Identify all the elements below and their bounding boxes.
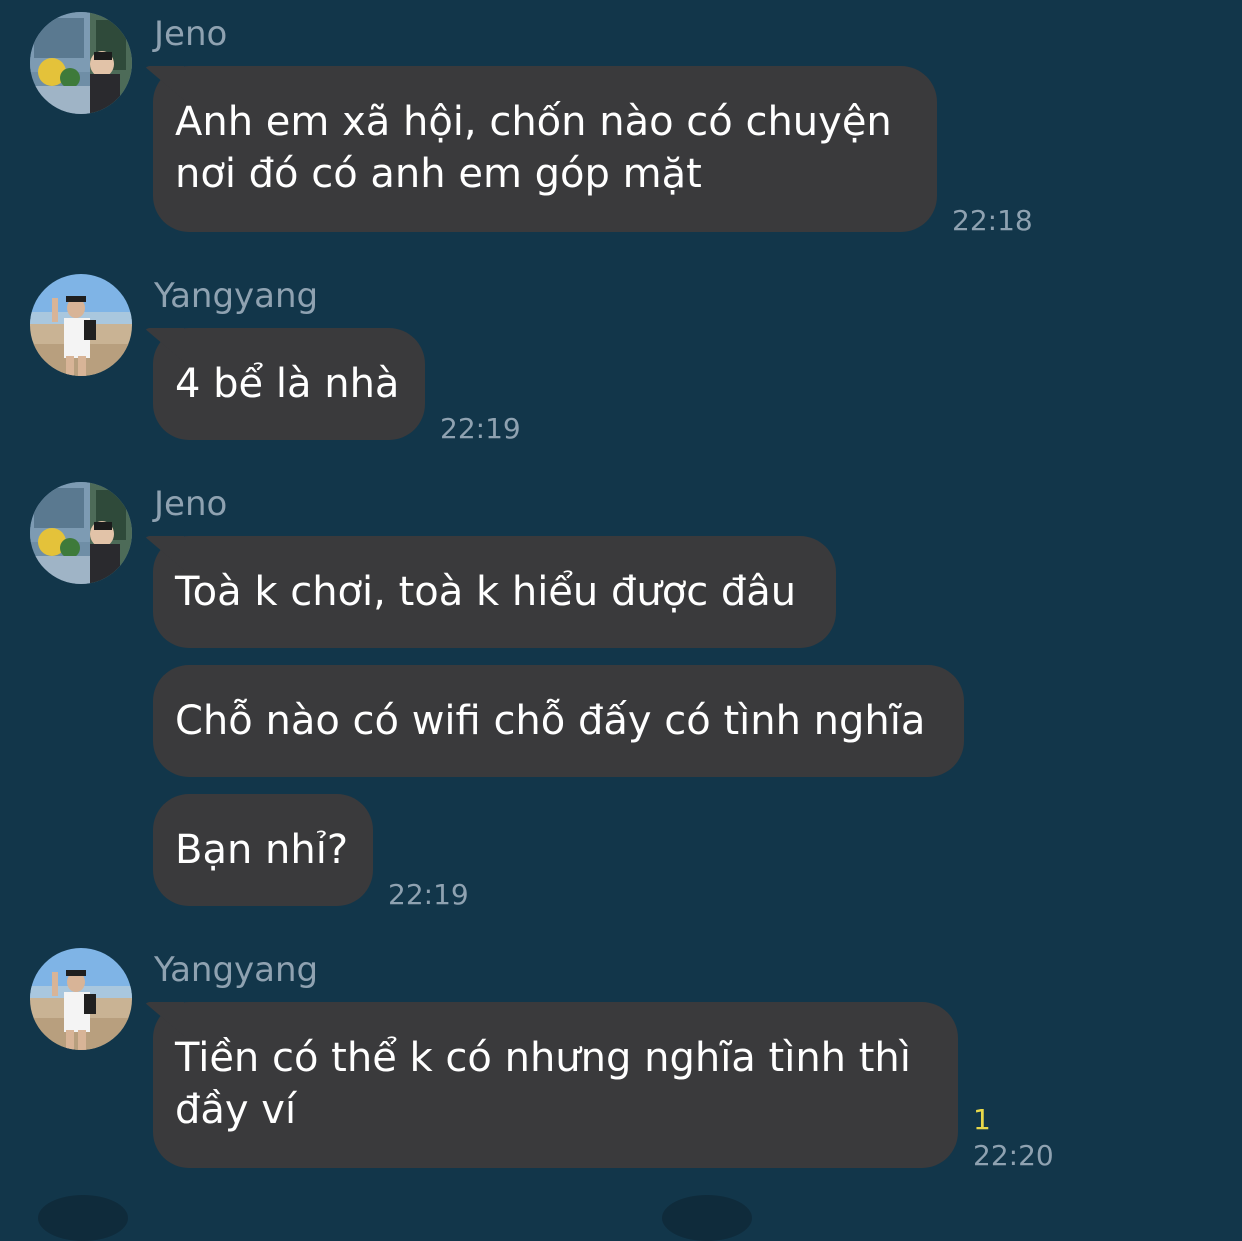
- read-count: 1: [973, 1103, 991, 1136]
- message-line: 4 bể là nhà: [175, 361, 400, 407]
- message-bubble[interactable]: Tiền có thể k có nhưng nghĩa tình thì đầ…: [153, 1002, 958, 1168]
- yangyang-avatar[interactable]: [30, 948, 132, 1050]
- message-bubble[interactable]: Toà k chơi, toà k hiểu được đâu: [153, 536, 836, 648]
- yangyang-avatar[interactable]: [30, 274, 132, 376]
- chat-view[interactable]: Jeno Anh em xã hội, chốn nào có chuyện n…: [0, 0, 1242, 1241]
- message-line: nơi đó có anh em góp mặt: [175, 151, 702, 197]
- jeno-avatar[interactable]: [30, 482, 132, 584]
- sender-name: Yangyang: [154, 276, 319, 316]
- message-bubble[interactable]: Chỗ nào có wifi chỗ đấy có tình nghĩa: [153, 665, 964, 777]
- message-bubble[interactable]: Anh em xã hội, chốn nào có chuyện nơi đó…: [153, 66, 937, 232]
- message-time: 22:19: [388, 878, 469, 911]
- message-line: Anh em xã hội, chốn nào có chuyện: [175, 99, 892, 145]
- message-line: Toà k chơi, toà k hiểu được đâu: [175, 569, 797, 615]
- message-time: 22:20: [973, 1139, 1054, 1172]
- message-line: Chỗ nào có wifi chỗ đấy có tình nghĩa: [175, 698, 926, 744]
- message-line: Bạn nhỉ?: [175, 827, 349, 873]
- jeno-avatar[interactable]: [30, 12, 132, 114]
- next-avatar-edge: [38, 1195, 128, 1241]
- next-avatar-edge: [662, 1195, 752, 1241]
- message-bubble[interactable]: 4 bể là nhà: [153, 328, 425, 440]
- sender-name: Yangyang: [154, 950, 319, 990]
- sender-name: Jeno: [154, 484, 228, 524]
- sender-name: Jeno: [154, 14, 228, 54]
- message-time: 22:18: [952, 204, 1033, 237]
- message-line: Tiền có thể k có nhưng nghĩa tình thì: [175, 1035, 911, 1081]
- message-line: đầy ví: [175, 1087, 297, 1133]
- message-bubble[interactable]: Bạn nhỉ?: [153, 794, 373, 906]
- message-time: 22:19: [440, 412, 521, 445]
